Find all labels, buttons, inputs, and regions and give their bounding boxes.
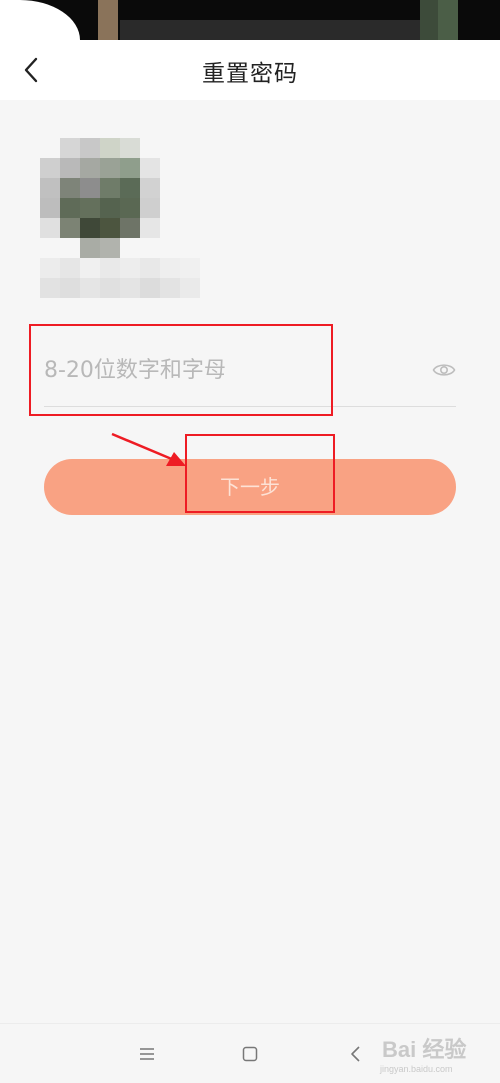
reset-password-screen: 重置密码 下一步 Bai 经验 jingyan.baidu.com (0, 0, 500, 1083)
account-name-blur (40, 258, 200, 298)
menu-icon[interactable] (137, 1044, 157, 1064)
annotation-arrow (111, 432, 186, 466)
eye-icon[interactable] (432, 358, 456, 382)
status-bar-pixel (120, 20, 420, 40)
home-icon[interactable] (240, 1044, 260, 1064)
status-bar (0, 0, 500, 40)
status-bar-curve (0, 0, 80, 40)
status-bar-pixel (98, 0, 118, 40)
annotation-box-password (29, 324, 333, 416)
watermark: Bai 经验 jingyan.baidu.com (378, 1028, 496, 1080)
status-bar-pixel (420, 0, 438, 40)
app-header: 重置密码 (0, 40, 500, 100)
status-bar-pixel (438, 0, 458, 40)
watermark-url: jingyan.baidu.com (380, 1064, 453, 1074)
page-title: 重置密码 (202, 61, 298, 87)
annotation-box-next (185, 434, 335, 513)
back-icon[interactable] (346, 1044, 366, 1064)
avatar (40, 138, 160, 258)
watermark-brand: Bai 经验 (382, 1037, 467, 1062)
